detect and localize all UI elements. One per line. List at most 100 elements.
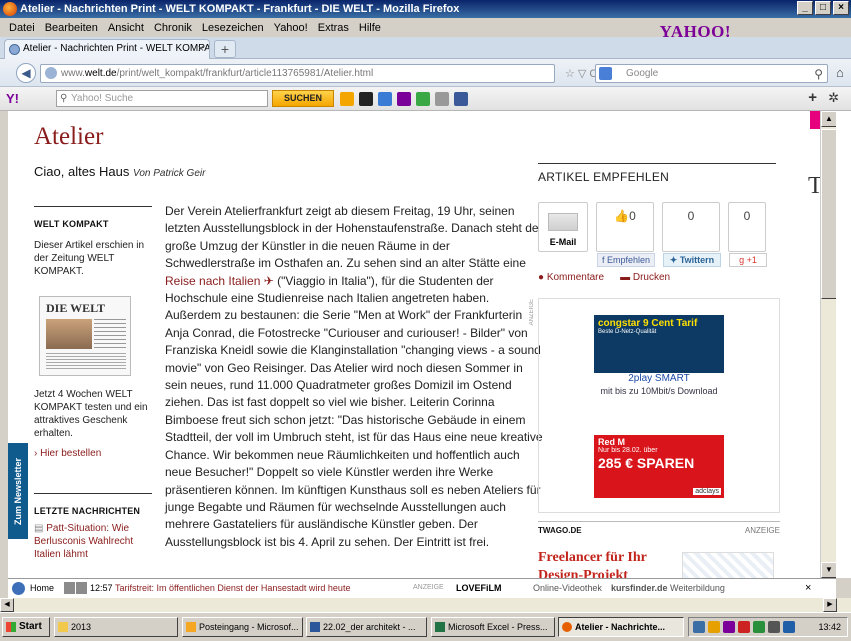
horizontal-scrollbar[interactable]: ◀ ▶: [0, 598, 851, 612]
menu-extras[interactable]: Extras: [313, 22, 354, 34]
taskbar-item-outlook[interactable]: Posteingang - Microsof...: [182, 617, 303, 637]
rail-heading-news: LETZTE NACHRICHTEN: [34, 493, 152, 516]
bookmark-star-icon[interactable]: ☆ ▽ C: [565, 67, 597, 80]
scroll-down-icon[interactable]: ▼: [821, 562, 837, 578]
search-icon: ⚲: [60, 93, 68, 104]
taskbar-item-folder[interactable]: 2013: [54, 617, 178, 637]
add-icon[interactable]: +: [808, 89, 817, 106]
twago-heading: TWAGO.DE: [538, 526, 582, 535]
gear-icon[interactable]: ✲: [828, 90, 839, 106]
menu-bearbeiten[interactable]: Bearbeiten: [40, 22, 103, 34]
tray-network-icon[interactable]: [693, 621, 705, 633]
google-plus-share-box: 0 g +1: [728, 202, 767, 267]
yahoo-search-button[interactable]: SUCHEN: [272, 90, 334, 107]
tab-atelier[interactable]: Atelier - Nachrichten Print - WELT KOMPA…: [4, 39, 210, 59]
tab-close-icon[interactable]: ×: [198, 40, 204, 58]
rail-promo-text: Jetzt 4 Wochen WELT KOMPAKT testen und e…: [34, 389, 148, 439]
tray-antivirus-icon[interactable]: [738, 621, 750, 633]
tray-update-icon[interactable]: [753, 621, 765, 633]
news-item-link[interactable]: ▤ Patt-Situation: Wie Berlusconis Wahlre…: [34, 522, 152, 561]
ticker-next-icon[interactable]: [76, 582, 87, 594]
newspaper-thumbnail[interactable]: DIE WELT: [39, 296, 131, 376]
twitter-bird-icon: ✦: [669, 255, 680, 265]
red-m-ad[interactable]: Red M Nur bis 28.02. über 285 € SPAREN a…: [594, 435, 724, 498]
scroll-thumb[interactable]: [821, 129, 837, 299]
menu-lesezeichen[interactable]: Lesezeichen: [197, 22, 269, 34]
menu-datei[interactable]: Datei: [4, 22, 40, 34]
comments-link[interactable]: ● Kommentare: [538, 272, 604, 283]
ticker-message[interactable]: Tarifstreit: Im öffentlichen Dienst der …: [115, 583, 350, 593]
ticker-prev-icon[interactable]: [64, 582, 75, 594]
rail-intro-text: Dieser Artikel erschien in der Zeitung W…: [34, 240, 145, 277]
rail-heading-welt-kompakt: WELT KOMPAKT: [34, 206, 152, 229]
article-text-2: ("Viaggio in Italia"), für die Studenten…: [165, 273, 543, 549]
ebay-icon[interactable]: [340, 92, 354, 106]
ticker-home-link[interactable]: Home: [30, 583, 54, 593]
ticker-close-icon[interactable]: ×: [805, 582, 811, 594]
maximize-button[interactable]: □: [815, 1, 831, 15]
tray-security-icon[interactable]: [708, 621, 720, 633]
google-plus-count: 0: [743, 209, 751, 223]
scroll-right-icon[interactable]: ▶: [823, 598, 837, 612]
games-icon[interactable]: [416, 92, 430, 106]
menu-ansicht[interactable]: Ansicht: [103, 22, 149, 34]
twitter-button[interactable]: ✦ Twittern: [663, 253, 721, 267]
window-title: Atelier - Nachrichten Print - WELT KOMPA…: [20, 3, 460, 15]
home-icon[interactable]: ⌂: [836, 65, 844, 80]
vertical-scrollbar[interactable]: ▲ ▼: [820, 111, 837, 578]
yahoo-toolbar-logo[interactable]: Y!: [6, 91, 19, 106]
url-path: /print/welt_kompakt/frankfurt/article113…: [116, 68, 374, 79]
start-label: Start: [19, 621, 42, 632]
lovefilm-logo[interactable]: LOVEFiLM: [456, 583, 502, 593]
article-body: Der Verein Atelierfrankfurt zeigt ab die…: [165, 203, 543, 551]
document-icon: ▤: [34, 523, 47, 534]
facebook-like-button[interactable]: f Empfehlen: [597, 253, 655, 267]
scroll-up-icon[interactable]: ▲: [821, 111, 837, 127]
url-domain: welt.de: [84, 68, 117, 79]
amazon-icon[interactable]: [359, 92, 373, 106]
google-plus-button[interactable]: g +1: [729, 253, 767, 267]
start-button[interactable]: Start: [2, 617, 50, 637]
twago-ad-label: ANZEIGE: [744, 526, 780, 535]
taskbar-clock: 13:42: [818, 622, 841, 632]
paper-masthead: DIE WELT: [46, 301, 106, 315]
ad-box: ANZEIGE congstar 9 Cent Tarif Beste D-Ne…: [529, 298, 780, 513]
facebook-count: 👍0: [614, 209, 636, 223]
menu-hilfe[interactable]: Hilfe: [354, 22, 386, 34]
tray-yahoo-icon[interactable]: [723, 621, 735, 633]
tray-display-icon[interactable]: [783, 621, 795, 633]
mail-icon[interactable]: [378, 92, 392, 106]
ticker-ad-label: ANZEIGE: [413, 584, 444, 591]
order-link[interactable]: › Hier bestellen: [34, 448, 152, 459]
scroll-left-icon[interactable]: ◀: [0, 598, 14, 612]
menu-chronik[interactable]: Chronik: [149, 22, 197, 34]
facebook-icon[interactable]: [454, 92, 468, 106]
newsletter-tab[interactable]: Zum Newsletter: [8, 443, 28, 539]
close-button[interactable]: ×: [833, 1, 849, 15]
taskbar-item-excel[interactable]: Microsoft Excel - Press...: [431, 617, 555, 637]
taskbar-item-word[interactable]: 22.02_der architekt - ...: [306, 617, 427, 637]
congstar-ad[interactable]: congstar 9 Cent Tarif Beste D-Netz-Quali…: [594, 315, 724, 399]
windows-taskbar: Start 2013 Posteingang - Microsof... 22.…: [0, 612, 851, 641]
lovefilm-text[interactable]: Online-Videothek: [533, 583, 602, 593]
search-icon[interactable]: ⚲: [814, 66, 823, 83]
tray-volume-icon[interactable]: [768, 621, 780, 633]
new-tab-button[interactable]: +: [214, 40, 236, 58]
url-bar[interactable]: www.welt.de/print/welt_kompakt/frankfurt…: [40, 64, 555, 83]
menu-yahoo[interactable]: Yahoo!: [269, 22, 313, 34]
right-column: ARTIKEL EMPFEHLEN E-Mail 👍0 f Empfehlen …: [529, 163, 780, 578]
email-share-button[interactable]: E-Mail: [538, 202, 588, 252]
yahoo-messenger-icon[interactable]: [397, 92, 411, 106]
red-m-sub: Nur bis 28.02. über: [598, 447, 658, 454]
back-button[interactable]: ◀: [16, 63, 36, 83]
print-link[interactable]: ▬ Drucken: [620, 272, 670, 283]
italien-link[interactable]: Reise nach Italien: [165, 274, 260, 288]
yahoo-search-input[interactable]: ⚲ Yahoo! Suche: [56, 90, 268, 107]
globe-icon: [45, 67, 57, 79]
taskbar-item-firefox[interactable]: Atelier - Nachrichte...: [558, 617, 684, 637]
twago-ad[interactable]: TWAGO.DE ANZEIGE Freelancer für Ihr Desi…: [538, 521, 780, 578]
minimize-button[interactable]: _: [797, 1, 813, 15]
kursfinder-link[interactable]: kursfinder.de Weiterbildung: [611, 583, 725, 593]
web-search-input[interactable]: Google ⚲: [595, 64, 828, 83]
photos-icon[interactable]: [435, 92, 449, 106]
